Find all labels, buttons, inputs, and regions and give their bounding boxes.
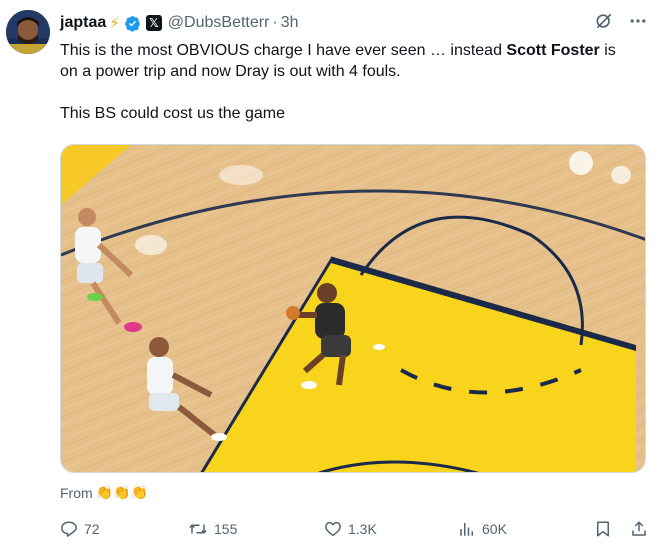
post-time[interactable]: 3h <box>281 14 299 32</box>
bookmark-button[interactable] <box>594 519 612 539</box>
from-label: From <box>60 484 93 501</box>
repost-count: 155 <box>214 521 238 537</box>
views-button[interactable]: 60K <box>458 520 578 538</box>
action-bar: 72 155 1.3K 60K <box>60 518 648 540</box>
post-text-line-2: on a power trip and now Dray is out with… <box>60 63 401 80</box>
post-media-image[interactable] <box>60 144 646 473</box>
like-button[interactable]: 1.3K <box>324 520 458 538</box>
share-button[interactable] <box>630 519 648 539</box>
grok-icon[interactable] <box>594 11 614 36</box>
reply-button[interactable]: 72 <box>60 520 188 538</box>
author-emoji: ⚡ <box>109 15 120 32</box>
basketball-court-image <box>61 145 645 472</box>
post-text: This is the most OBVIOUS charge I have e… <box>60 40 650 124</box>
x-logo-icon: 𝕏 <box>145 15 162 31</box>
post-text-line-3: This BS could cost us the game <box>60 105 285 122</box>
reply-count: 72 <box>84 521 100 537</box>
post-header: japtaa ⚡ 𝕏 @DubsBetterr · 3h <box>60 12 648 34</box>
repost-icon <box>189 524 207 534</box>
author-handle[interactable]: @DubsBetterr <box>168 14 270 32</box>
reply-icon <box>61 521 77 537</box>
mention-name: Scott Foster <box>506 42 600 59</box>
share-icon <box>632 521 646 536</box>
like-icon <box>325 521 341 537</box>
avatar-image <box>6 10 50 54</box>
like-count: 1.3K <box>348 521 377 537</box>
header-actions <box>594 11 648 36</box>
bookmark-icon <box>597 521 609 537</box>
from-emojis: 👏👏👏 <box>95 484 148 500</box>
avatar[interactable] <box>6 10 50 54</box>
views-count: 60K <box>482 521 507 537</box>
separator: · <box>272 14 278 31</box>
author-name[interactable]: japtaa <box>60 14 106 32</box>
from-line: From 👏👏👏 <box>60 484 148 501</box>
post-text-line-1: This is the most OBVIOUS charge I have e… <box>60 42 616 59</box>
verified-badge-icon[interactable] <box>124 15 141 32</box>
repost-button[interactable]: 155 <box>188 520 324 538</box>
views-icon <box>460 523 473 536</box>
more-icon[interactable] <box>628 11 648 36</box>
